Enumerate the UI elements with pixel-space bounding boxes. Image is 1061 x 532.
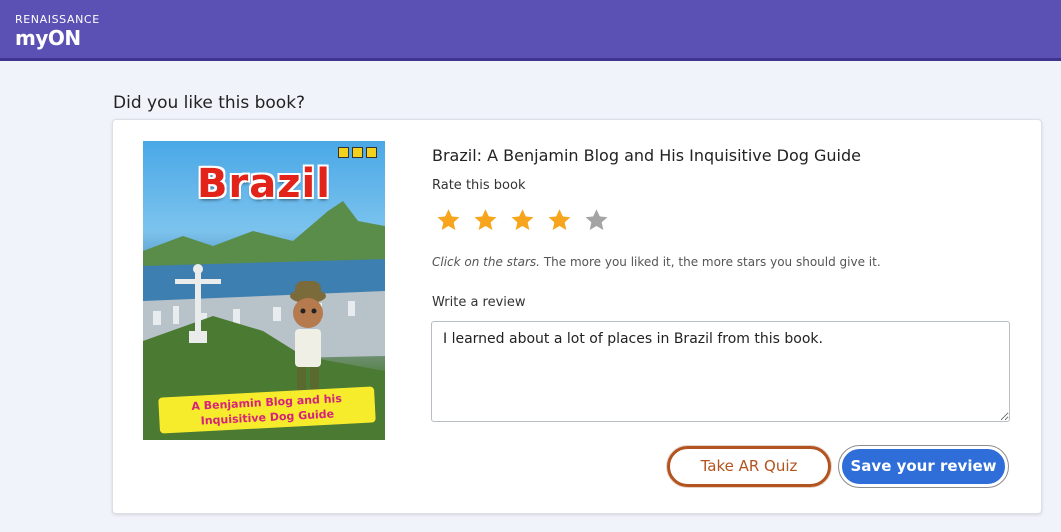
page-title: Did you like this book? [113,93,306,113]
star-filled-icon[interactable] [506,204,539,237]
book-title: Brazil: A Benjamin Blog and His Inquisit… [432,146,861,165]
take-ar-quiz-button[interactable]: Take AR Quiz [667,446,831,487]
star-rating[interactable] [432,204,613,237]
cover-level-badges [338,147,377,158]
top-bar: RENAISSANCE myON [0,0,1061,61]
rating-hint-rest: The more you liked it, the more stars yo… [540,255,881,269]
star-filled-icon[interactable] [543,204,576,237]
brand-myon-logo[interactable]: myON [15,26,81,50]
review-label: Write a review [432,295,526,310]
star-filled-icon[interactable] [469,204,502,237]
cover-title-text: Brazil [197,161,331,207]
star-filled-icon[interactable] [432,204,465,237]
rating-hint: Click on the stars. The more you liked i… [432,255,881,269]
review-textarea[interactable] [431,321,1010,422]
book-cover: Brazil A Benjamin Blog and his Inquisiti… [143,141,385,440]
review-card: Brazil A Benjamin Blog and his Inquisiti… [112,119,1042,514]
save-review-button[interactable]: Save your review [838,445,1009,488]
brand-renaissance: RENAISSANCE [15,13,100,26]
rating-hint-italic: Click on the stars. [432,255,540,269]
rate-label: Rate this book [432,178,526,193]
star-empty-icon[interactable] [580,204,613,237]
